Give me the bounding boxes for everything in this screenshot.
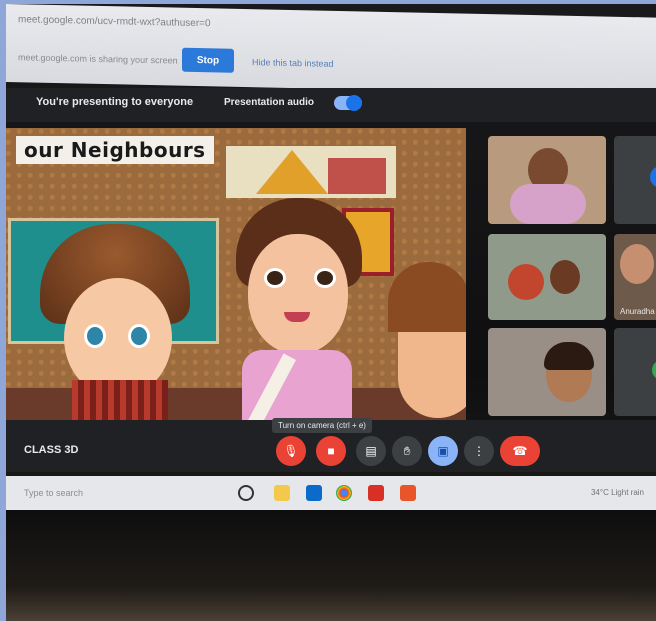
more-options-button[interactable]: ⋮	[464, 436, 494, 466]
app-icon[interactable]	[400, 485, 416, 501]
slide-title: our Neighbours	[16, 136, 214, 164]
girl-character-face	[248, 234, 348, 354]
system-tray: 34°C Light rain	[590, 488, 644, 497]
sharing-notice: meet.google.com is sharing your screen	[18, 52, 178, 66]
boy-right-eye	[128, 324, 150, 348]
participant-tile[interactable]	[488, 328, 606, 416]
store-icon[interactable]	[306, 485, 322, 501]
present-button[interactable]: ▣	[428, 436, 458, 466]
captions-button[interactable]: ▤	[356, 436, 386, 466]
pagoda-illustration	[256, 150, 328, 194]
participant-tile[interactable]	[488, 136, 606, 224]
hide-tab-link[interactable]: Hide this tab instead	[252, 57, 334, 69]
camera-button[interactable]: ■	[316, 436, 346, 466]
taskbar-search[interactable]: Type to search	[24, 488, 83, 498]
participant-clothing	[510, 184, 586, 224]
task-view-icon[interactable]	[238, 485, 254, 501]
raise-hand-button[interactable]: ✋︎	[392, 436, 422, 466]
presenting-bar: You're presenting to everyone Presentati…	[6, 88, 656, 122]
browser-bar: meet.google.com/ucv-rmdt-wxt?authuser=0 …	[6, 4, 656, 96]
end-call-button[interactable]: ☎	[500, 436, 540, 466]
participant-tile[interactable]: Anuradha	[614, 234, 656, 320]
participant-avatar	[652, 360, 656, 380]
palace-illustration	[328, 158, 386, 194]
acrobat-icon[interactable]	[368, 485, 384, 501]
monitor-photo: meet.google.com/ucv-rmdt-wxt?authuser=0 …	[6, 4, 656, 621]
boy-left-eye	[84, 324, 106, 348]
boy-character-shirt	[72, 380, 168, 420]
more-icon: ⋮	[473, 444, 485, 458]
participant-avatar	[650, 166, 656, 188]
windows-taskbar: Type to search 34°C Light rain	[6, 476, 656, 510]
chrome-icon[interactable]	[336, 485, 352, 501]
file-explorer-icon[interactable]	[274, 485, 290, 501]
mic-off-icon: 🎙︎	[283, 444, 299, 458]
participant-tile[interactable]	[614, 328, 656, 416]
end-call-icon: ☎	[512, 444, 528, 458]
presentation-audio-label: Presentation audio	[224, 97, 315, 108]
meet-control-bar: CLASS 3D Turn on camera (ctrl + e) 🎙︎ ■ …	[6, 418, 656, 472]
stop-sharing-button[interactable]: Stop	[182, 47, 234, 73]
girl-right-eye	[314, 268, 336, 288]
mic-button[interactable]: 🎙︎	[276, 436, 306, 466]
raise-hand-icon: ✋︎	[403, 444, 411, 458]
meeting-name: CLASS 3D	[24, 444, 79, 456]
monitor-bezel	[6, 510, 656, 621]
camera-tooltip: Turn on camera (ctrl + e)	[272, 418, 372, 433]
presentation-stage: our Neighbours	[6, 128, 466, 420]
toggle-knob	[346, 95, 362, 111]
participant-video	[550, 260, 580, 294]
camera-off-icon: ■	[327, 444, 335, 458]
presenting-text: You're presenting to everyone	[36, 96, 194, 108]
participant-name: Anuradha	[620, 307, 655, 316]
participant-tile[interactable]	[488, 234, 606, 320]
participant-video	[508, 264, 544, 300]
url-text: meet.google.com/ucv-rmdt-wxt?authuser=0	[18, 14, 211, 30]
girl-left-eye	[264, 268, 286, 288]
presentation-audio-toggle[interactable]	[334, 95, 362, 111]
captions-icon: ▤	[365, 444, 377, 458]
present-icon: ▣	[437, 444, 449, 458]
participant-tile[interactable]	[614, 136, 656, 224]
participant-hair	[544, 342, 594, 370]
participant-grid: Anuradha	[484, 132, 656, 420]
third-character-hair	[388, 262, 466, 332]
participant-video	[620, 244, 654, 284]
